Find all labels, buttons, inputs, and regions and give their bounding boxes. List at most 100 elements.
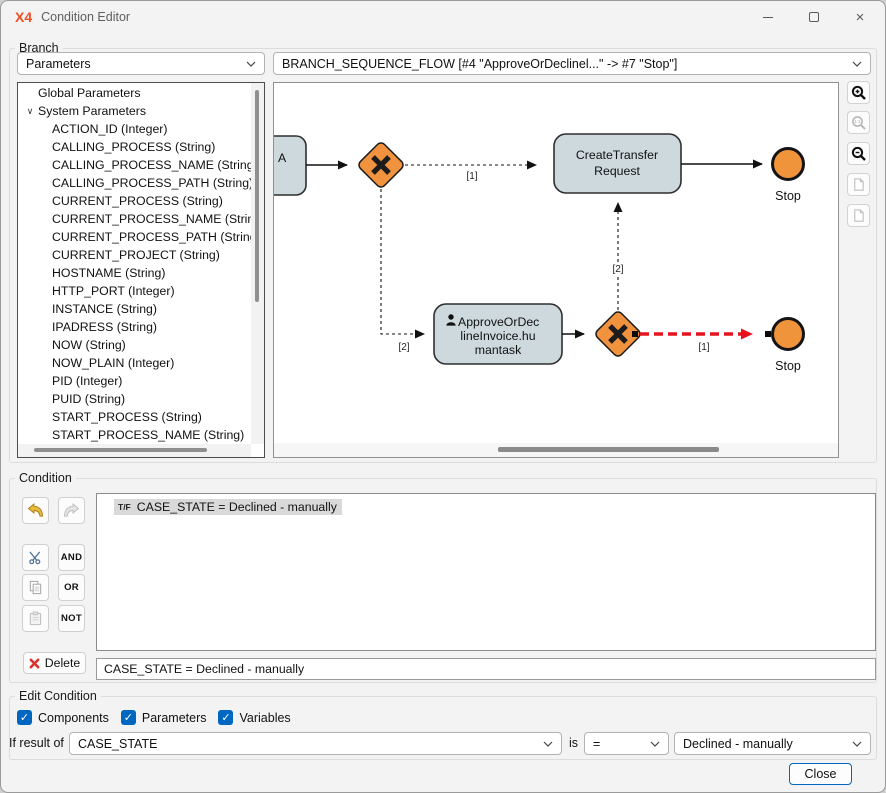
tree-item-label: START_PROCESS (String) [52, 410, 202, 424]
condition-expression-field[interactable]: CASE_STATE = Declined - manually [96, 658, 876, 680]
tree-item[interactable]: HOSTNAME (String) [18, 264, 251, 282]
page-view-button-1[interactable] [847, 173, 870, 196]
tree-item-label: HTTP_PORT (Integer) [52, 284, 175, 298]
exclusive-gateway-icon[interactable] [357, 141, 405, 189]
condition-rows: T/F CASE_STATE = Declined - manually [114, 499, 875, 515]
tree-item[interactable]: ACTION_ID (Integer) [18, 120, 251, 138]
not-button[interactable]: NOT [58, 605, 85, 632]
tree-item-label: PID (Integer) [52, 374, 122, 388]
branch-flow-combo[interactable]: BRANCH_SEQUENCE_FLOW [#4 "ApproveOrDecli… [273, 52, 871, 75]
delete-x-icon [29, 658, 40, 669]
minimize-button[interactable] [745, 2, 791, 32]
page-icon [851, 208, 866, 223]
true-false-icon: T/F [118, 502, 131, 512]
tree-item[interactable]: Global Parameters [18, 84, 251, 102]
flow-label: [2] [398, 342, 409, 353]
tree-item[interactable]: CURRENT_PROCESS (String) [18, 192, 251, 210]
scrollbar-thumb[interactable] [34, 448, 207, 452]
tree-item[interactable]: CALLING_PROCESS (String) [18, 138, 251, 156]
tree-item[interactable]: NOW (String) [18, 336, 251, 354]
scrollbar-thumb[interactable] [498, 447, 719, 452]
tree-horizontal-scrollbar[interactable] [18, 444, 251, 457]
and-button[interactable]: AND [58, 544, 85, 571]
maximize-button[interactable] [791, 2, 837, 32]
copy-icon [28, 580, 43, 595]
process-diagram-panel[interactable]: A [1] CreateTransfer Request Stop [2] [273, 82, 839, 458]
task-label: CreateTransfer [576, 148, 658, 162]
scissors-icon [28, 550, 43, 565]
cut-button[interactable] [22, 544, 49, 571]
checkbox-label: Components [38, 711, 109, 725]
checkbox-checked-icon[interactable]: ✓ [218, 710, 233, 725]
checkbox-checked-icon[interactable]: ✓ [121, 710, 136, 725]
condition-list[interactable]: T/F CASE_STATE = Declined - manually [96, 493, 876, 651]
diagram-horizontal-scrollbar[interactable] [274, 443, 838, 457]
zoom-actual-size-button[interactable]: 1:1 [847, 111, 870, 134]
task-label: Request [594, 164, 640, 178]
or-button[interactable]: OR [58, 574, 85, 601]
tree-item-label: Global Parameters [38, 86, 141, 100]
redo-button[interactable] [58, 497, 85, 524]
tree-item[interactable]: START_PROCESS (String) [18, 408, 251, 426]
stop-event-bottom[interactable] [773, 319, 804, 350]
paste-button[interactable] [22, 605, 49, 632]
chevron-down-icon [852, 61, 862, 67]
tree-item[interactable]: HTTP_PORT (Integer) [18, 282, 251, 300]
tree-item[interactable]: CURRENT_PROCESS_NAME (String) [18, 210, 251, 228]
checkbox[interactable]: ✓ Components [17, 710, 109, 725]
scrollbar-thumb[interactable] [255, 90, 259, 302]
stop-label: Stop [775, 359, 801, 373]
tree-expander-icon[interactable]: ∨ [22, 106, 38, 117]
redo-icon [63, 503, 80, 518]
tree-item[interactable]: INSTANCE (String) [18, 300, 251, 318]
tree-item[interactable]: IPADRESS (String) [18, 318, 251, 336]
selection-handle[interactable] [632, 331, 638, 337]
zoom-in-button[interactable] [847, 81, 870, 104]
tree-item[interactable]: CALLING_PROCESS_NAME (String) [18, 156, 251, 174]
close-window-button[interactable]: × [837, 2, 883, 32]
parameter-combo[interactable]: CASE_STATE [69, 732, 562, 755]
is-label: is [569, 736, 578, 750]
title-bar: X4 Condition Editor × [1, 1, 885, 33]
tree-item[interactable]: PUID (String) [18, 390, 251, 408]
x4-logo: X4 [15, 9, 32, 25]
delete-button[interactable]: Delete [23, 652, 86, 674]
zoom-in-icon [851, 85, 867, 101]
task-label: ApproveOrDec [458, 315, 539, 329]
tree-item-label: System Parameters [38, 104, 146, 118]
conditional-flow[interactable] [381, 189, 424, 334]
tree-item-label: START_PROCESS_NAME (String) [52, 428, 244, 442]
page-view-button-2[interactable] [847, 204, 870, 227]
stop-event-top[interactable] [773, 149, 804, 180]
value-combo[interactable]: Declined - manually [674, 732, 871, 755]
operator-combo[interactable]: = [584, 732, 669, 755]
tree-item-label: CURRENT_PROCESS (String) [52, 194, 223, 208]
condition-row-selected[interactable]: T/F CASE_STATE = Declined - manually [114, 499, 342, 515]
undo-button[interactable] [22, 497, 49, 524]
checkbox[interactable]: ✓ Variables [218, 710, 290, 725]
close-button[interactable]: Close [789, 763, 852, 785]
svg-text:1:1: 1:1 [854, 119, 861, 124]
tree-item[interactable]: NOW_PLAIN (Integer) [18, 354, 251, 372]
tree-item-label: INSTANCE (String) [52, 302, 157, 316]
tree-vertical-scrollbar[interactable] [251, 83, 264, 444]
tree-item[interactable]: PID (Integer) [18, 372, 251, 390]
tree-item-label: ACTION_ID (Integer) [52, 122, 167, 136]
selection-handle[interactable] [765, 331, 771, 337]
tree-item[interactable]: CALLING_PROCESS_PATH (String) [18, 174, 251, 192]
tree-item[interactable]: CURRENT_PROJECT (String) [18, 246, 251, 264]
copy-button[interactable] [22, 574, 49, 601]
zoom-out-button[interactable] [847, 142, 870, 165]
chevron-down-icon [543, 741, 553, 747]
stop-label: Stop [775, 189, 801, 203]
tree-item[interactable]: ∨ System Parameters [18, 102, 251, 120]
flow-label: [1] [466, 171, 477, 182]
tree-item[interactable]: CURRENT_PROCESS_PATH (String) [18, 228, 251, 246]
chevron-down-icon [246, 61, 256, 67]
window-title: Condition Editor [41, 10, 130, 24]
checkbox-checked-icon[interactable]: ✓ [17, 710, 32, 725]
tree-item[interactable]: START_PROCESS_NAME (String) [18, 426, 251, 444]
branch-scope-combo[interactable]: Parameters [17, 52, 265, 75]
task-partial[interactable] [274, 136, 306, 195]
checkbox[interactable]: ✓ Parameters [121, 710, 207, 725]
